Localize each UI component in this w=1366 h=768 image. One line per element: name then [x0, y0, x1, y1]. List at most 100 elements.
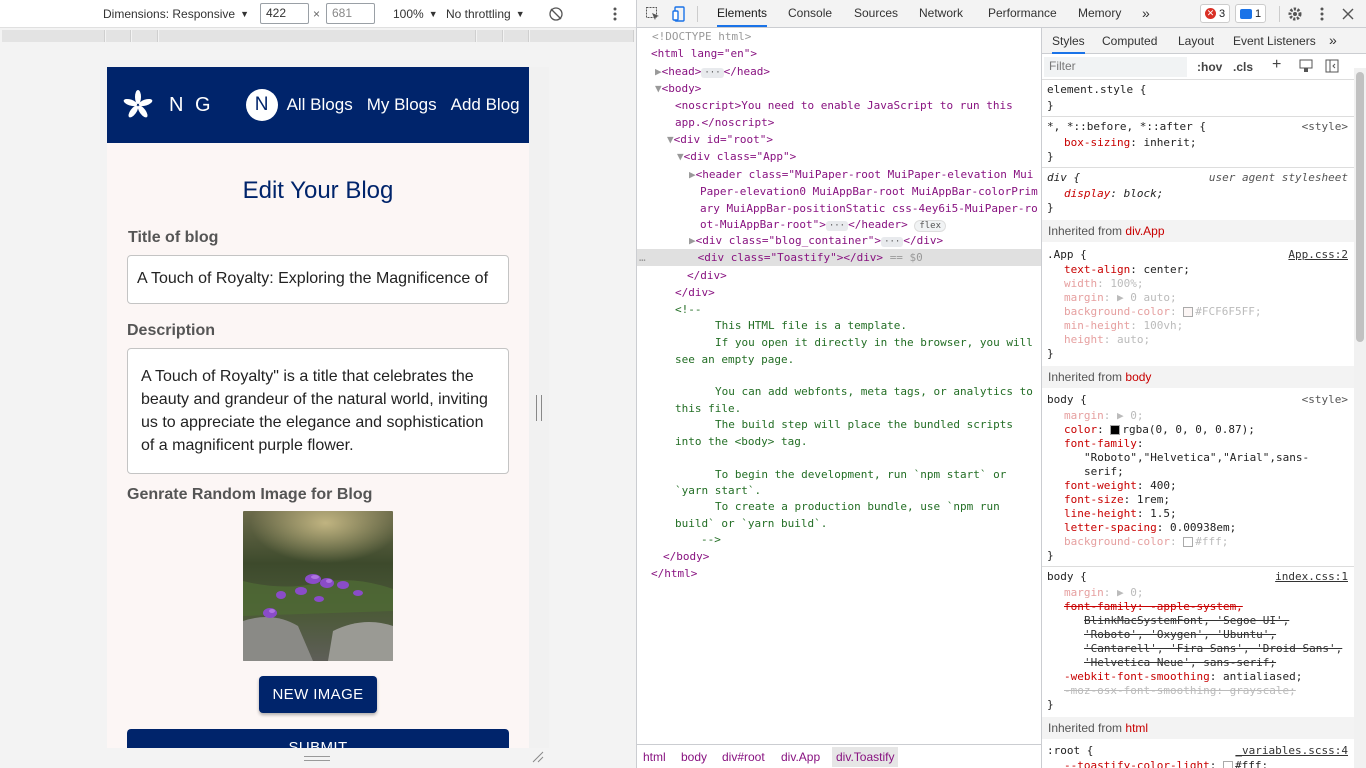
- moz-smoothing-decl[interactable]: -moz-osx-font-smoothing: grayscale;: [1064, 684, 1296, 698]
- root-selector[interactable]: :root {: [1047, 744, 1093, 758]
- tab-layout[interactable]: Layout: [1178, 34, 1214, 48]
- resize-corner-icon[interactable]: [531, 750, 545, 764]
- inherited-html-link[interactable]: html: [1125, 721, 1148, 735]
- nav-add-blog[interactable]: Add Blog: [451, 95, 520, 115]
- font-weight-decl[interactable]: font-weight: 400;: [1064, 479, 1177, 493]
- noscript-node[interactable]: <noscript>You need to enable JavaScript …: [675, 98, 1041, 115]
- blog-container-node[interactable]: ▶<div class="blog_container"> ··· </div>: [689, 233, 1041, 250]
- filter-input[interactable]: Filter: [1044, 57, 1187, 77]
- breadcrumb-app[interactable]: div.App: [781, 750, 820, 764]
- body-node[interactable]: ▼<body>: [655, 81, 1041, 98]
- width-decl[interactable]: width: 100%;: [1064, 277, 1144, 291]
- body-selector[interactable]: body {: [1047, 393, 1087, 407]
- throttling-dropdown[interactable]: No throttling ▼: [446, 5, 525, 23]
- text-align-decl[interactable]: text-align: center;: [1064, 263, 1190, 277]
- node-actions-ellipsis[interactable]: …: [639, 251, 646, 264]
- color-format-icon[interactable]: [1299, 59, 1313, 76]
- margin-zero-decl-2[interactable]: margin: ▶ 0;: [1064, 586, 1144, 600]
- tab-performance[interactable]: Performance: [988, 0, 1057, 27]
- font-family-decl[interactable]: font-family:: [1064, 437, 1143, 451]
- color-swatch[interactable]: [1110, 425, 1121, 435]
- toastify-light-decl[interactable]: --toastify-color-light: #fff;: [1064, 759, 1268, 768]
- webkit-smoothing-decl[interactable]: -webkit-font-smoothing: antialiased;: [1064, 670, 1302, 684]
- margin-zero-decl[interactable]: margin: ▶ 0;: [1064, 409, 1144, 423]
- cls-toggle[interactable]: .cls: [1233, 60, 1253, 74]
- resize-handle-bottom[interactable]: [304, 756, 330, 761]
- more-tabs-icon[interactable]: »: [1142, 0, 1150, 27]
- dimensions-dropdown[interactable]: Dimensions: Responsive ▼: [103, 5, 249, 23]
- bg-color-decl[interactable]: background-color: #FCF6F5FF;: [1064, 305, 1261, 319]
- breadcrumb-body[interactable]: body: [681, 750, 707, 764]
- font-family-struck-1[interactable]: font-family: -apple-system,: [1064, 600, 1243, 614]
- collapsed-ellipsis[interactable]: ···: [881, 237, 904, 247]
- errors-badge[interactable]: ✕ 3: [1200, 4, 1231, 23]
- inherited-body-link[interactable]: body: [1125, 370, 1151, 384]
- body-selector-2[interactable]: body {: [1047, 570, 1087, 584]
- color-swatch[interactable]: [1183, 307, 1194, 317]
- letter-spacing-decl[interactable]: letter-spacing: 0.00938em;: [1064, 521, 1236, 535]
- body-source[interactable]: <style>: [1302, 393, 1348, 406]
- messages-badge[interactable]: 1: [1235, 4, 1267, 23]
- color-swatch[interactable]: [1183, 537, 1194, 547]
- toastify-node[interactable]: … <div class="Toastify"></div> == $0: [637, 250, 1041, 267]
- breadcrumb-root[interactable]: div#root: [722, 750, 765, 764]
- color-swatch[interactable]: [1222, 761, 1233, 768]
- tab-sources[interactable]: Sources: [854, 0, 898, 27]
- line-height-decl[interactable]: line-height: 1.5;: [1064, 507, 1177, 521]
- flex-badge[interactable]: flex: [914, 220, 947, 232]
- styles-scrollbar[interactable]: [1354, 68, 1366, 768]
- div-selector[interactable]: div {: [1047, 171, 1080, 185]
- breadcrumb-html[interactable]: html: [643, 750, 666, 764]
- height-input[interactable]: 681: [326, 3, 375, 24]
- description-textarea[interactable]: A Touch of Royalty" is a title that cele…: [127, 348, 509, 474]
- inherited-app-link[interactable]: div.App: [1125, 224, 1164, 238]
- index-css-source[interactable]: index.css:1: [1275, 570, 1348, 583]
- tab-event-listeners[interactable]: Event Listeners: [1233, 34, 1316, 48]
- add-rule-icon[interactable]: +: [1272, 56, 1281, 74]
- universal-source[interactable]: <style>: [1302, 120, 1348, 133]
- margin-decl[interactable]: margin: ▶ 0 auto;: [1064, 291, 1177, 305]
- app-div-node[interactable]: ▼<div class="App">: [677, 149, 1041, 166]
- zoom-dropdown[interactable]: 100% ▼: [393, 5, 438, 23]
- more-options-icon[interactable]: [612, 5, 618, 23]
- noscript-node-cont[interactable]: app.</noscript>: [675, 115, 1041, 132]
- hov-toggle[interactable]: :hov: [1197, 60, 1222, 74]
- color-decl[interactable]: color: rgba(0, 0, 0, 0.87);: [1064, 423, 1255, 437]
- head-node[interactable]: ▶<head> ··· </head>: [655, 64, 1041, 81]
- variables-scss-source[interactable]: _variables.scss:4: [1235, 744, 1348, 757]
- app-selector[interactable]: .App {: [1047, 248, 1087, 262]
- tab-styles[interactable]: Styles: [1052, 34, 1085, 54]
- header-node[interactable]: ▶<header class="MuiPaper-root MuiPaper-e…: [689, 167, 1041, 184]
- breadcrumb-toastify[interactable]: div.Toastify: [832, 747, 899, 767]
- app-css-source[interactable]: App.css:2: [1288, 248, 1348, 261]
- new-image-button[interactable]: NEW IMAGE: [259, 676, 377, 713]
- tab-network[interactable]: Network: [919, 0, 963, 27]
- collapsed-ellipsis[interactable]: ···: [825, 221, 849, 231]
- rotate-icon[interactable]: [548, 5, 564, 23]
- html-node[interactable]: <html lang="en">: [651, 46, 1041, 63]
- tab-memory[interactable]: Memory: [1078, 0, 1121, 27]
- resize-handle-right[interactable]: [536, 395, 542, 421]
- box-sizing-decl[interactable]: box-sizing: inherit;: [1064, 136, 1196, 150]
- root-div-node[interactable]: ▼<div id="root">: [667, 132, 1041, 149]
- nav-all-blogs[interactable]: All Blogs: [287, 95, 353, 115]
- bg-fff-decl[interactable]: background-color: #fff;: [1064, 535, 1228, 549]
- element-style-selector[interactable]: element.style {: [1047, 83, 1146, 97]
- universal-selector[interactable]: *, *::before, *::after {: [1047, 120, 1206, 134]
- collapsed-ellipsis[interactable]: ···: [701, 68, 724, 78]
- width-input[interactable]: 422: [260, 3, 309, 24]
- display-decl[interactable]: display: block;: [1064, 187, 1163, 201]
- styles-scrollbar-thumb[interactable]: [1356, 72, 1364, 342]
- brand-name[interactable]: N G: [169, 94, 214, 117]
- tab-elements[interactable]: Elements: [717, 0, 768, 27]
- tab-console[interactable]: Console: [788, 0, 832, 27]
- font-size-decl[interactable]: font-size: 1rem;: [1064, 493, 1170, 507]
- submit-button[interactable]: SUBMIT: [127, 729, 509, 748]
- avatar[interactable]: N: [245, 89, 278, 121]
- nav-my-blogs[interactable]: My Blogs: [367, 95, 437, 115]
- more-tabs-icon[interactable]: »: [1329, 32, 1337, 48]
- doctype-node[interactable]: <!DOCTYPE html>: [652, 29, 1041, 46]
- toggle-sidebar-icon[interactable]: [1325, 59, 1339, 76]
- flower-logo-icon[interactable]: [123, 90, 153, 120]
- title-input[interactable]: A Touch of Royalty: Exploring the Magnif…: [127, 255, 509, 304]
